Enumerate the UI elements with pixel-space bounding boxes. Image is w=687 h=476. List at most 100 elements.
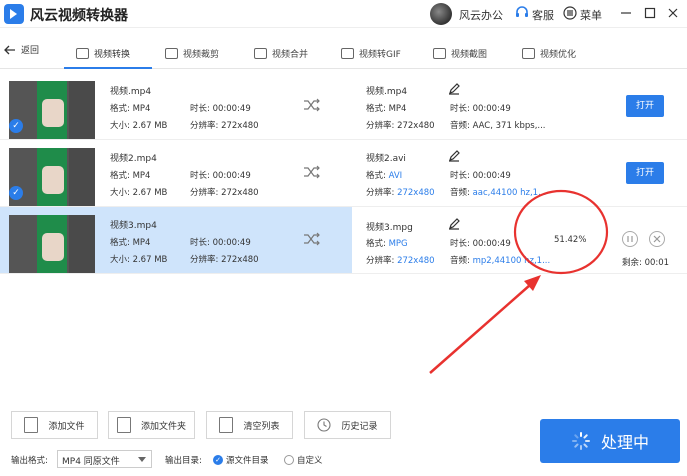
output-format: 格式: MPG <box>366 239 408 249</box>
radio-custom-dir[interactable] <box>284 455 294 465</box>
arrow-left-icon <box>4 45 15 54</box>
history-label: 历史记录 <box>341 421 378 432</box>
tab-bar: 返回 视频转换 视频裁剪 视频合并 视频转GIF 视频截图 视频优化 <box>0 33 687 69</box>
source-size: 大小: 2.67 MB <box>110 255 168 265</box>
output-resolution: 分辨率: 272x480 <box>366 256 435 266</box>
maximize-icon[interactable] <box>642 5 658 21</box>
title-bar: 风云视频转换器 风云办公 客服 菜单 <box>0 0 687 28</box>
cancel-button[interactable] <box>649 231 665 247</box>
radio-source-dir[interactable]: ✓ <box>213 455 223 465</box>
output-duration: 时长: 00:00:49 <box>450 239 511 249</box>
output-name: 视频2.avi <box>366 154 406 164</box>
progress-percent: 51.42% <box>554 235 587 245</box>
tab-video-screenshot[interactable]: 视频截图 <box>433 39 487 67</box>
source-resolution: 分辨率: 272x480 <box>190 121 259 131</box>
add-folder-button[interactable]: 添加文件夹 <box>108 411 195 439</box>
check-icon[interactable]: ✓ <box>9 186 23 200</box>
source-format: 格式: MP4 <box>110 104 151 114</box>
video-crop-icon <box>165 47 178 59</box>
tab-video-merge[interactable]: 视频合并 <box>254 39 308 67</box>
back-button[interactable]: 返回 <box>4 43 39 56</box>
pencil-icon[interactable] <box>448 83 460 95</box>
output-format-select[interactable]: MP4 同原文件 <box>57 450 152 468</box>
output-resolution: 分辨率: 272x480 <box>366 121 435 131</box>
file-row[interactable]: ✓ 视频2.mp4 格式: MP4 时长: 00:00:49 大小: 2.67 … <box>0 140 687 207</box>
menu-label[interactable]: 菜单 <box>580 7 602 23</box>
user-name[interactable]: 风云办公 <box>459 7 503 23</box>
service-label[interactable]: 客服 <box>532 7 554 23</box>
add-folder-label: 添加文件夹 <box>140 421 186 432</box>
source-duration: 时长: 00:00:49 <box>190 104 251 114</box>
history-button[interactable]: 历史记录 <box>304 411 391 439</box>
source-size: 大小: 2.67 MB <box>110 188 168 198</box>
video-convert-icon <box>76 47 89 59</box>
shuffle-icon <box>304 165 320 179</box>
source-duration: 时长: 00:00:49 <box>190 171 251 181</box>
spinner-icon <box>571 432 590 450</box>
user-avatar[interactable] <box>430 3 452 25</box>
add-file-button[interactable]: 添加文件 <box>11 411 98 439</box>
image-icon <box>433 47 446 59</box>
output-name: 视频3.mpg <box>366 223 413 233</box>
sliders-icon <box>522 47 535 59</box>
app-title: 风云视频转换器 <box>30 8 128 24</box>
video-thumbnail <box>9 215 95 273</box>
video-thumbnail <box>9 81 95 139</box>
source-resolution: 分辨率: 272x480 <box>190 188 259 198</box>
output-audio: 音频: aac,44100 hz,1... <box>450 188 547 198</box>
close-icon <box>653 235 661 243</box>
source-format: 格式: MP4 <box>110 238 151 248</box>
process-label: 处理中 <box>600 433 649 452</box>
source-name: 视频2.mp4 <box>110 154 157 164</box>
pencil-icon[interactable] <box>448 150 460 162</box>
check-icon[interactable]: ✓ <box>9 119 23 133</box>
output-format: 格式: AVI <box>366 171 403 181</box>
tab-video-gif[interactable]: 视频转GIF <box>341 39 401 67</box>
file-row[interactable]: ✓ 视频.mp4 格式: MP4 时长: 00:00:49 大小: 2.67 M… <box>0 73 687 140</box>
gif-icon <box>341 47 354 59</box>
app-logo-icon <box>4 4 24 24</box>
custom-dir-label: 自定义 <box>297 456 323 466</box>
output-name: 视频.mp4 <box>366 87 408 97</box>
shuffle-icon <box>304 98 320 112</box>
file-row-processing[interactable]: 视频3.mp4 格式: MP4 时长: 00:00:49 大小: 2.67 MB… <box>0 207 687 274</box>
menu-icon[interactable] <box>563 6 577 20</box>
source-duration: 时长: 00:00:49 <box>190 238 251 248</box>
clock-icon <box>317 418 332 432</box>
back-label: 返回 <box>21 46 40 56</box>
shuffle-icon <box>304 232 320 246</box>
tab-label: 视频优化 <box>540 49 577 60</box>
output-format-value: MP4 同原文件 <box>62 457 120 467</box>
pause-button[interactable] <box>622 231 638 247</box>
folder-add-icon <box>116 417 131 433</box>
pause-icon <box>627 236 633 242</box>
process-button[interactable]: 处理中 <box>540 419 680 463</box>
tab-label: 视频合并 <box>272 49 309 60</box>
open-button[interactable]: 打开 <box>626 95 664 117</box>
clear-icon <box>219 417 234 433</box>
tab-label: 视频转换 <box>94 49 131 60</box>
pencil-icon[interactable] <box>448 218 460 230</box>
output-audio: 音频: AAC, 371 kbps,... <box>450 121 546 131</box>
output-duration: 时长: 00:00:49 <box>450 104 511 114</box>
tab-label: 视频转GIF <box>359 49 401 60</box>
minimize-icon[interactable] <box>618 5 634 21</box>
file-add-icon <box>24 417 39 433</box>
annotation-arrow <box>429 284 531 374</box>
add-file-label: 添加文件 <box>48 421 85 432</box>
open-button[interactable]: 打开 <box>626 162 664 184</box>
clear-list-button[interactable]: 清空列表 <box>206 411 293 439</box>
close-icon[interactable] <box>665 5 681 21</box>
clear-list-label: 清空列表 <box>243 421 280 432</box>
source-format: 格式: MP4 <box>110 171 151 181</box>
source-name: 视频3.mp4 <box>110 221 157 231</box>
tab-video-optimize[interactable]: 视频优化 <box>522 39 576 67</box>
output-dir-label: 输出目录: <box>165 456 202 466</box>
source-resolution: 分辨率: 272x480 <box>190 255 259 265</box>
tab-video-crop[interactable]: 视频裁剪 <box>165 39 219 67</box>
source-name: 视频.mp4 <box>110 87 152 97</box>
source-size: 大小: 2.67 MB <box>110 121 168 131</box>
headset-icon[interactable] <box>515 6 529 20</box>
tab-label: 视频截图 <box>451 49 488 60</box>
tab-video-convert[interactable]: 视频转换 <box>64 39 152 69</box>
